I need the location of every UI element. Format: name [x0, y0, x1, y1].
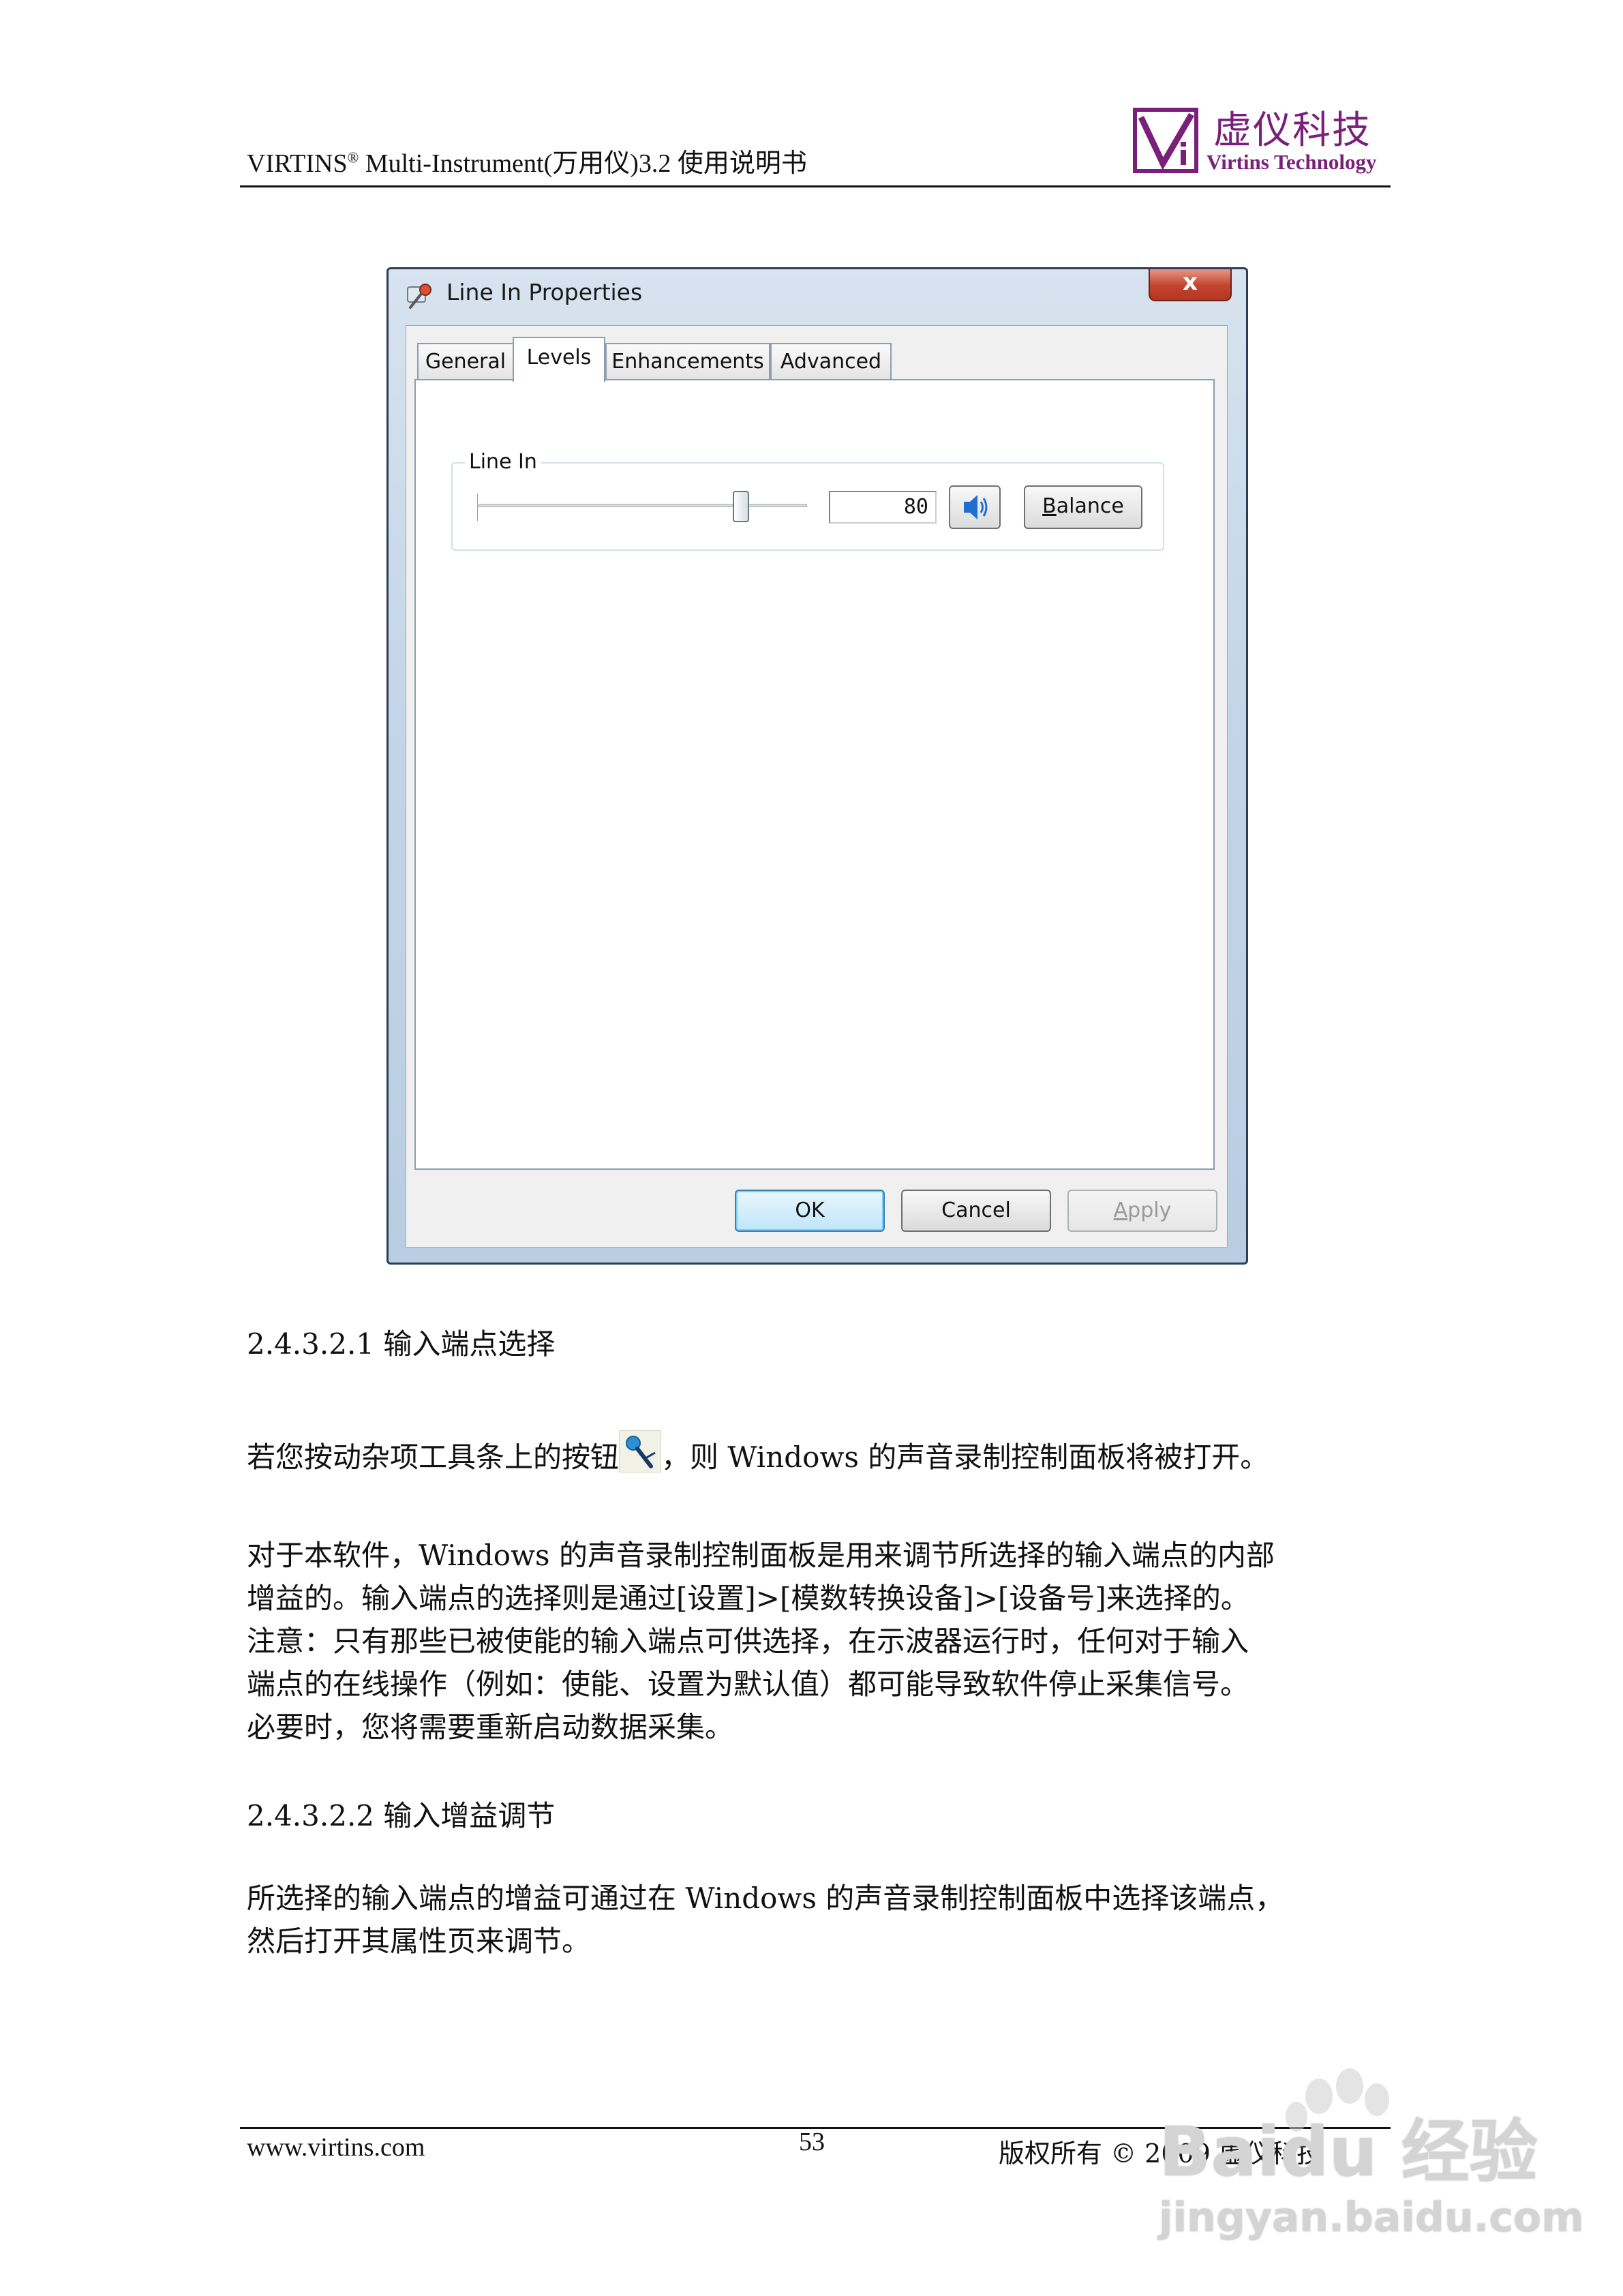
paragraph-2-line: 对于本软件，Windows 的声音录制控制面板是用来调节所选择的输入端点的内部	[247, 1539, 1275, 1572]
dialog-titlebar[interactable]: Line In Properties x	[389, 269, 1246, 322]
header-rule	[240, 185, 1391, 187]
watermark-url: jingyan.baidu.com	[1159, 2194, 1584, 2241]
tab-advanced[interactable]: Advanced	[770, 343, 892, 380]
logo-english-name: Virtins Technology	[1207, 150, 1377, 174]
paragraph-2-line: 端点的在线操作（例如：使能、设置为默认值）都可能导致软件停止采集信号。	[247, 1667, 1249, 1701]
paragraph-1: 若您按动杂项工具条上的按钮 ，则 Windows 的声音录制控制面板将被打开。	[247, 1430, 1269, 1476]
line-in-group-label: Line In	[465, 450, 541, 474]
tab-general[interactable]: General	[417, 343, 514, 380]
cancel-button[interactable]: Cancel	[901, 1190, 1051, 1232]
paragraph-3: 所选择的输入端点的增益可通过在 Windows 的声音录制控制面板中选择该端点，…	[247, 1877, 1399, 1963]
close-button[interactable]: x	[1149, 269, 1232, 301]
line-in-level-input[interactable]: 80	[829, 491, 937, 524]
dialog-title: Line In Properties	[446, 279, 643, 305]
document-header-title: VIRTINS® Multi-Instrument(万用仪)3.2 使用说明书	[247, 149, 807, 178]
slider-thumb[interactable]	[733, 491, 750, 522]
microphone-icon	[407, 284, 431, 309]
line-in-volume-slider[interactable]	[477, 504, 807, 507]
paragraph-3-line: 所选择的输入端点的增益可通过在 Windows 的声音录制控制面板中选择该端点，	[247, 1882, 1284, 1915]
page-number: 53	[799, 2128, 825, 2156]
paragraph-2: 对于本软件，Windows 的声音录制控制面板是用来调节所选择的输入端点的内部 …	[247, 1534, 1399, 1749]
paragraph-2-line: 必要时，您将需要重新启动数据采集。	[247, 1710, 734, 1744]
ok-button[interactable]: OK	[735, 1190, 885, 1232]
slider-min-tick	[477, 494, 478, 521]
microphone-icon	[619, 1430, 662, 1472]
logo-chinese-name: 虚仪科技	[1213, 108, 1371, 153]
tab-levels[interactable]: Levels	[513, 337, 605, 382]
footer-url: www.virtins.com	[247, 2133, 425, 2162]
tab-enhancements[interactable]: Enhancements	[605, 343, 770, 380]
section-heading-2: 2.4.3.2.2 输入增益调节	[247, 1799, 556, 1832]
apply-button[interactable]: Apply	[1067, 1190, 1217, 1232]
balance-button[interactable]: Balance	[1024, 485, 1142, 529]
section-heading-1: 2.4.3.2.1 输入端点选择	[247, 1327, 556, 1361]
paragraph-3-line: 然后打开其属性页来调节。	[247, 1924, 591, 1958]
speaker-icon	[964, 495, 988, 519]
mute-button[interactable]	[949, 485, 1001, 529]
paragraph-2-line: 增益的。输入端点的选择则是通过[设置]>[模数转换设备]>[设备号]来选择的。	[247, 1582, 1249, 1615]
paragraph-2-line: 注意：只有那些已被使能的输入端点可供选择，在示波器运行时，任何对于输入	[247, 1625, 1249, 1658]
virtins-logo-icon	[1133, 108, 1198, 173]
watermark-text: Baidu 经验	[1159, 2112, 1538, 2192]
